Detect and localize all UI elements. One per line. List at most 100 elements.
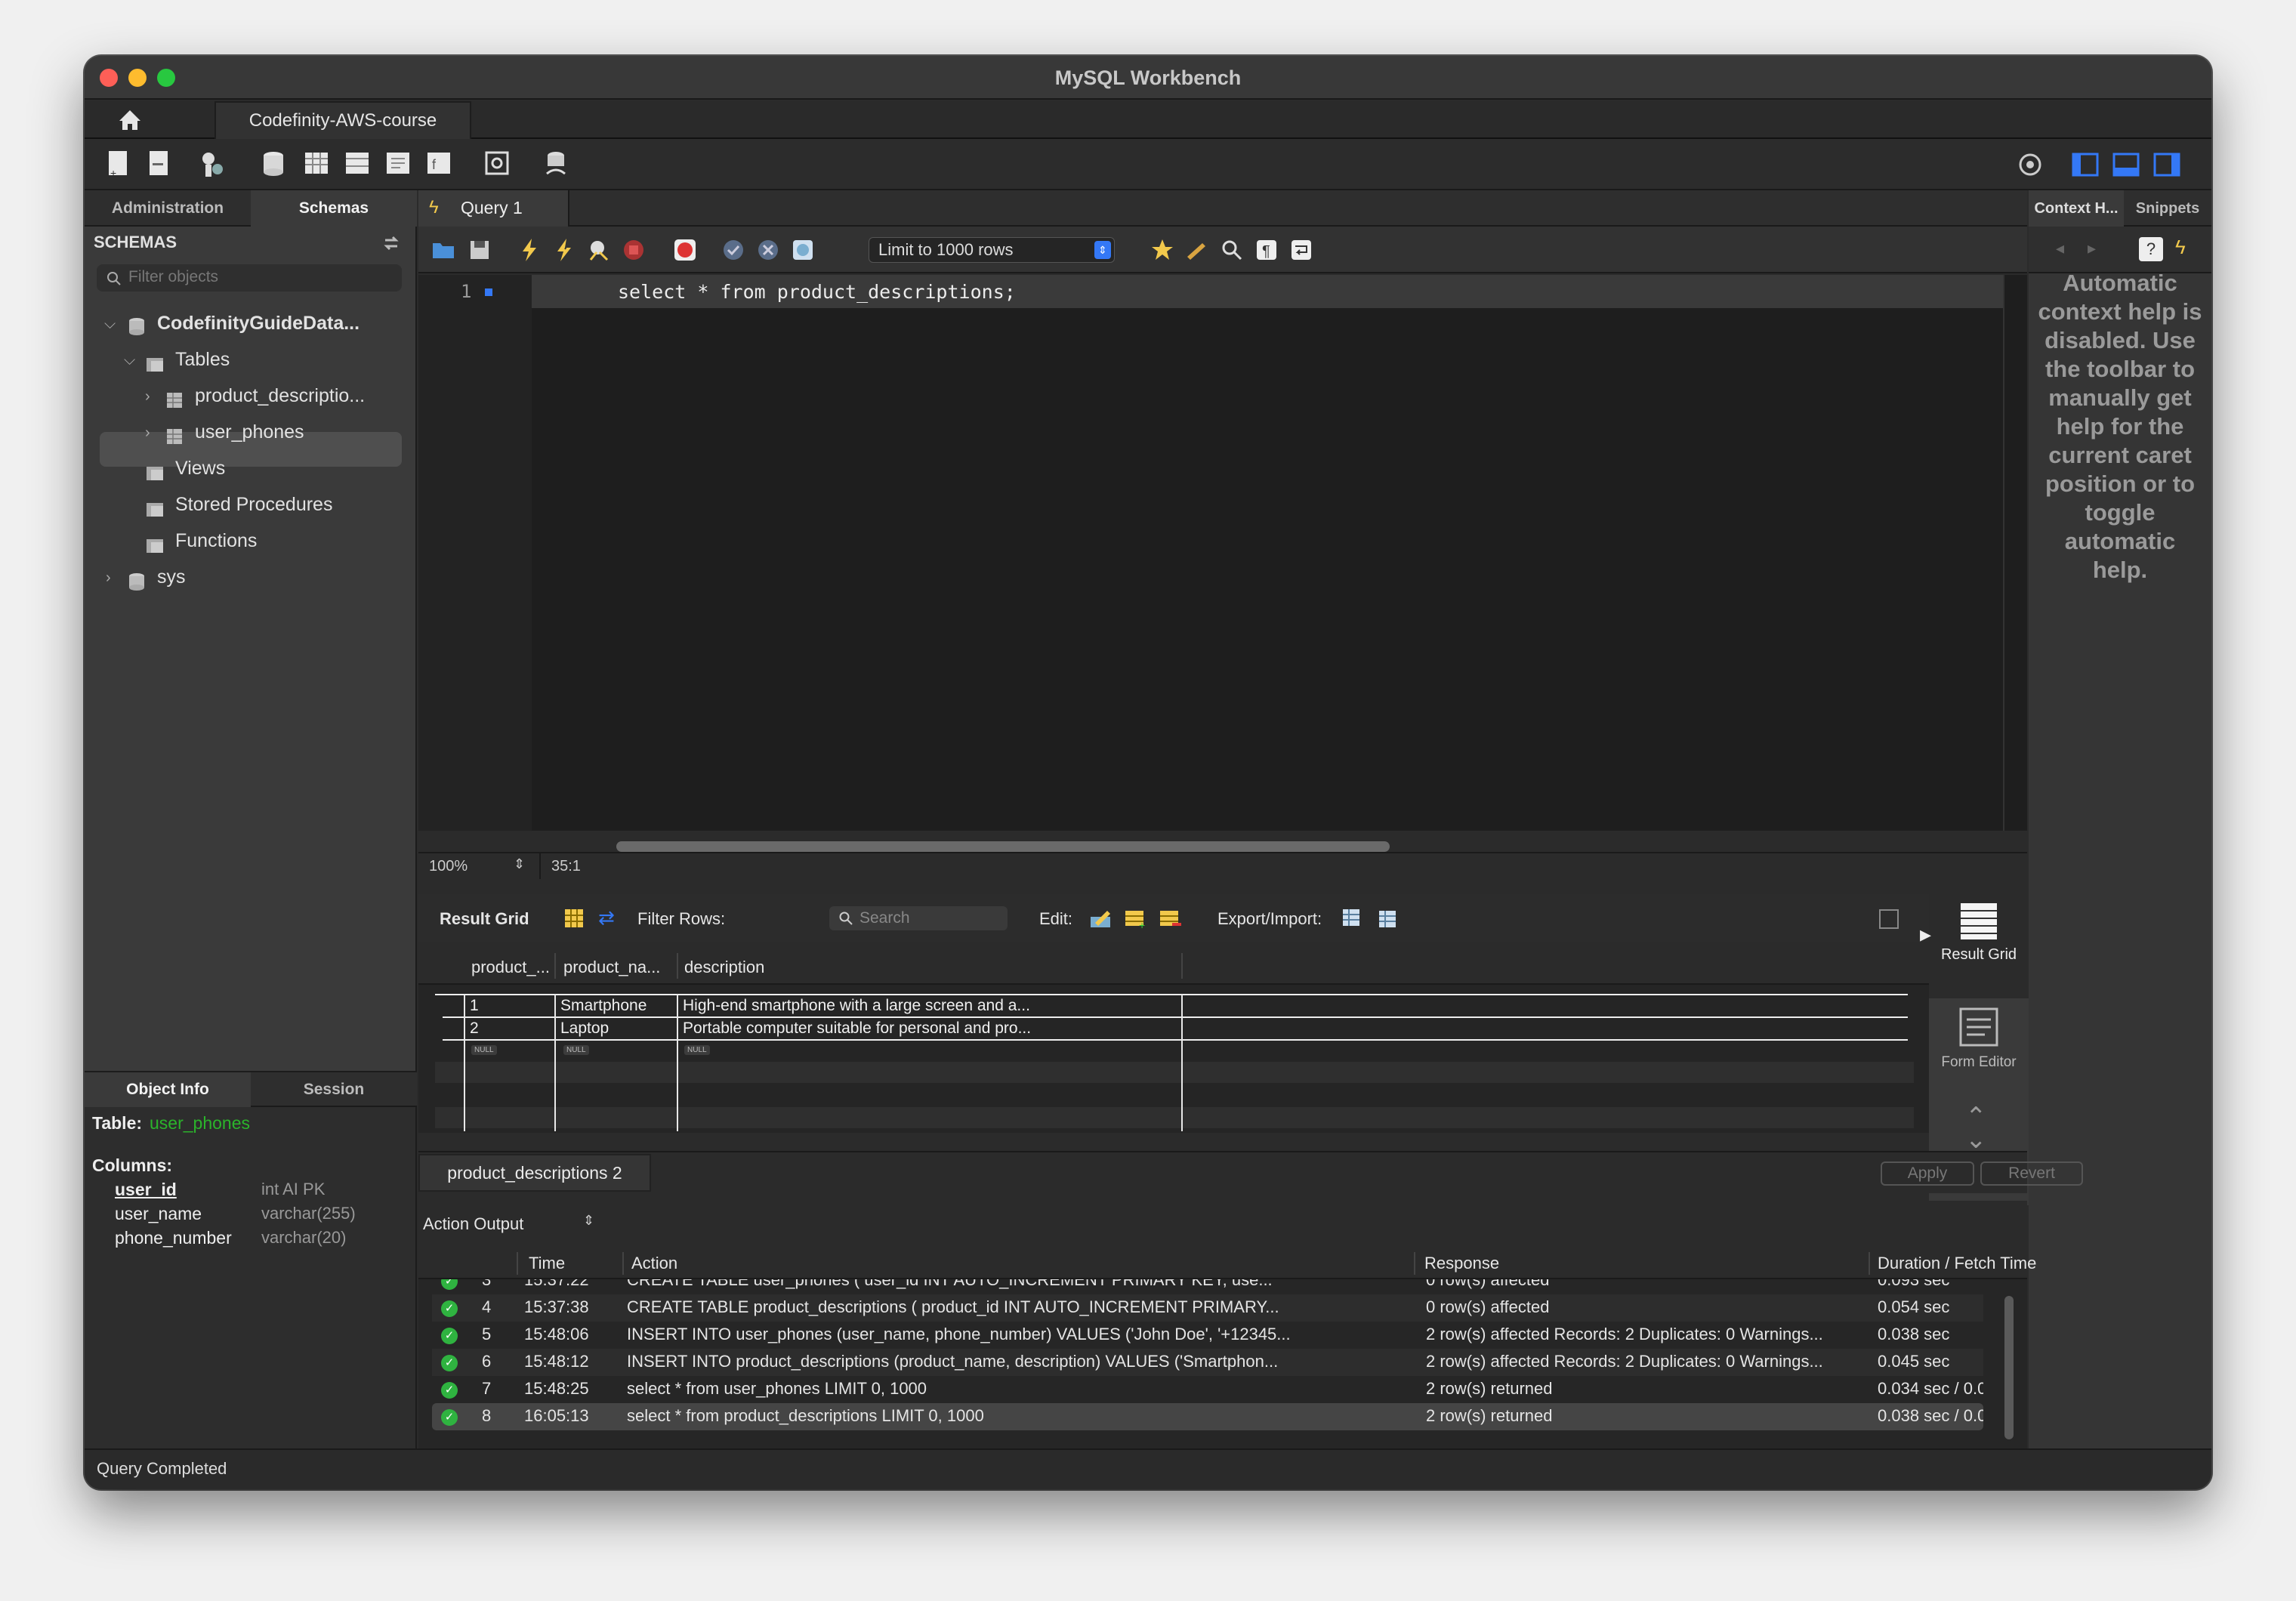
log-row[interactable]: ✓ 5 15:48:06 INSERT INTO user_phones (us…	[432, 1322, 1983, 1349]
result-grid-view-button[interactable]: Result Grid	[1929, 894, 2029, 998]
connection-tab[interactable]: Codefinity-AWS-course	[214, 101, 471, 139]
tree-table-product-descriptions[interactable]: product_descriptio...	[195, 385, 365, 407]
tree-views[interactable]: Views	[175, 458, 225, 480]
toggle-stop-on-error-icon[interactable]	[672, 237, 698, 263]
create-schema-icon[interactable]	[260, 150, 289, 180]
import-icon[interactable]	[1376, 906, 1400, 930]
column-header-response[interactable]: Response	[1424, 1254, 1499, 1273]
tab-snippets[interactable]: Snippets	[2124, 190, 2211, 227]
beautify-icon[interactable]	[1184, 237, 1210, 263]
edit-row-icon[interactable]	[1089, 906, 1113, 930]
filter-objects-input[interactable]: Filter objects	[97, 264, 402, 292]
open-sql-script-icon[interactable]	[145, 150, 174, 180]
rollback-icon[interactable]	[755, 237, 781, 263]
insert-row-icon[interactable]: +	[1124, 906, 1148, 931]
delete-row-icon[interactable]	[1159, 906, 1183, 930]
tab-administration[interactable]: Administration	[85, 190, 251, 227]
chevron-updown-icon[interactable]: ⇕	[514, 856, 525, 872]
refresh-results-icon[interactable]: ⇄	[598, 906, 615, 930]
cell[interactable]: 2	[470, 1020, 479, 1038]
tab-schemas[interactable]: Schemas	[251, 190, 417, 227]
filter-rows-input[interactable]: Search	[829, 906, 1008, 930]
toggle-wrap-cell-icon[interactable]	[1879, 909, 1899, 929]
cell[interactable]: Laptop	[560, 1020, 609, 1038]
chevron-updown-icon[interactable]: ⇕	[583, 1213, 594, 1229]
chevron-updown-icon[interactable]: ⌃ ⌄	[1965, 1104, 1987, 1152]
tree-db-codefinity[interactable]: CodefinityGuideData...	[157, 313, 360, 335]
apply-button[interactable]: Apply	[1881, 1161, 1974, 1186]
output-type-select[interactable]: Action Output	[423, 1214, 523, 1234]
manual-help-icon[interactable]: ?	[2139, 237, 2163, 261]
chevron-right-icon[interactable]: ›	[145, 388, 150, 406]
toggle-output-area-icon[interactable]	[2112, 150, 2140, 180]
tab-query-1[interactable]: ϟ Query 1	[418, 190, 569, 227]
forward-icon[interactable]: ▸	[2088, 239, 2096, 258]
result-grid[interactable]: product_... product_na... description 1 …	[418, 947, 1929, 1133]
chevron-right-icon[interactable]: ›	[106, 569, 111, 587]
sql-editor[interactable]: 1 select * from product_descriptions;	[418, 275, 2027, 831]
chevron-down-icon[interactable]: ⌵	[104, 316, 116, 333]
explain-icon[interactable]	[586, 237, 612, 263]
create-view-icon[interactable]	[343, 150, 372, 180]
invisible-chars-icon[interactable]: ¶	[1254, 237, 1279, 263]
log-row-selected[interactable]: ✓ 8 16:05:13 select * from product_descr…	[432, 1403, 1983, 1430]
column-header-duration[interactable]: Duration / Fetch Time	[1878, 1254, 2036, 1273]
result-tab[interactable]: product_descriptions 2	[418, 1154, 651, 1192]
home-tab[interactable]	[107, 101, 153, 137]
log-row[interactable]: ✓ 4 15:37:38 CREATE TABLE product_descri…	[432, 1294, 1983, 1322]
grid-view-icon[interactable]	[563, 908, 585, 929]
tab-object-info[interactable]: Object Info	[85, 1072, 251, 1107]
tab-session[interactable]: Session	[251, 1072, 417, 1107]
sql-text[interactable]: select * from product_descriptions;	[618, 281, 1016, 303]
toggle-secondary-sidebar-icon[interactable]	[2152, 150, 2181, 180]
find-icon[interactable]	[1219, 237, 1245, 263]
execute-icon[interactable]	[517, 237, 542, 263]
log-row[interactable]: ✓ 3 15:37:22 CREATE TABLE user_phones ( …	[432, 1279, 1983, 1294]
autocommit-icon[interactable]	[790, 237, 816, 263]
column-header[interactable]: product_na...	[563, 958, 660, 977]
commit-icon[interactable]	[721, 237, 746, 263]
tree-table-user-phones[interactable]: user_phones	[195, 421, 304, 443]
auto-help-icon[interactable]: ϟ	[2175, 236, 2186, 259]
null-badge[interactable]: NULL	[471, 1045, 497, 1055]
tree-stored-procedures[interactable]: Stored Procedures	[175, 494, 332, 516]
create-table-icon[interactable]	[302, 150, 331, 180]
null-badge[interactable]: NULL	[563, 1045, 589, 1055]
zoom-level[interactable]: 100%	[429, 858, 468, 875]
refresh-icon[interactable]	[381, 234, 402, 252]
column-header-action[interactable]: Action	[631, 1254, 677, 1273]
export-icon[interactable]	[1341, 906, 1366, 930]
tree-tables[interactable]: Tables	[175, 349, 230, 371]
horizontal-scrollbar[interactable]	[616, 841, 1390, 852]
toggle-sidebar-icon[interactable]	[2071, 150, 2100, 180]
revert-button[interactable]: Revert	[1980, 1161, 2083, 1186]
cell[interactable]: High-end smartphone with a large screen …	[683, 997, 1030, 1015]
column-header[interactable]: product_...	[471, 958, 550, 977]
log-row[interactable]: ✓ 6 15:48:12 INSERT INTO product_descrip…	[432, 1349, 1983, 1376]
chevron-right-icon[interactable]: ›	[145, 424, 150, 442]
log-row[interactable]: ✓ 7 15:48:25 select * from user_phones L…	[432, 1376, 1983, 1403]
column-header[interactable]: description	[684, 958, 764, 977]
stop-icon[interactable]	[621, 237, 647, 263]
reconnect-icon[interactable]	[542, 150, 571, 180]
new-sql-tab-icon[interactable]: +	[104, 150, 133, 180]
search-table-data-icon[interactable]	[483, 150, 512, 180]
null-badge[interactable]: NULL	[684, 1045, 710, 1055]
limit-rows-select[interactable]: Limit to 1000 rows ⇕	[869, 237, 1115, 263]
create-procedure-icon[interactable]	[384, 150, 412, 180]
tab-context-help[interactable]: Context H...	[2029, 190, 2124, 227]
open-file-icon[interactable]	[430, 237, 456, 263]
cell[interactable]: 1	[470, 997, 479, 1015]
vertical-scrollbar[interactable]	[2004, 1296, 2014, 1439]
back-icon[interactable]: ◂	[2056, 239, 2064, 258]
add-snippet-icon[interactable]	[1150, 237, 1175, 263]
save-icon[interactable]	[467, 237, 492, 263]
chevron-down-icon[interactable]: ⌵	[124, 352, 135, 369]
cell[interactable]: Smartphone	[560, 997, 647, 1015]
execute-current-icon[interactable]	[551, 237, 577, 263]
inspector-icon[interactable]	[198, 150, 227, 180]
tree-functions[interactable]: Functions	[175, 530, 257, 552]
preferences-icon[interactable]	[2017, 150, 2045, 180]
cell[interactable]: Portable computer suitable for personal …	[683, 1020, 1031, 1038]
tree-db-sys[interactable]: sys	[157, 566, 186, 588]
